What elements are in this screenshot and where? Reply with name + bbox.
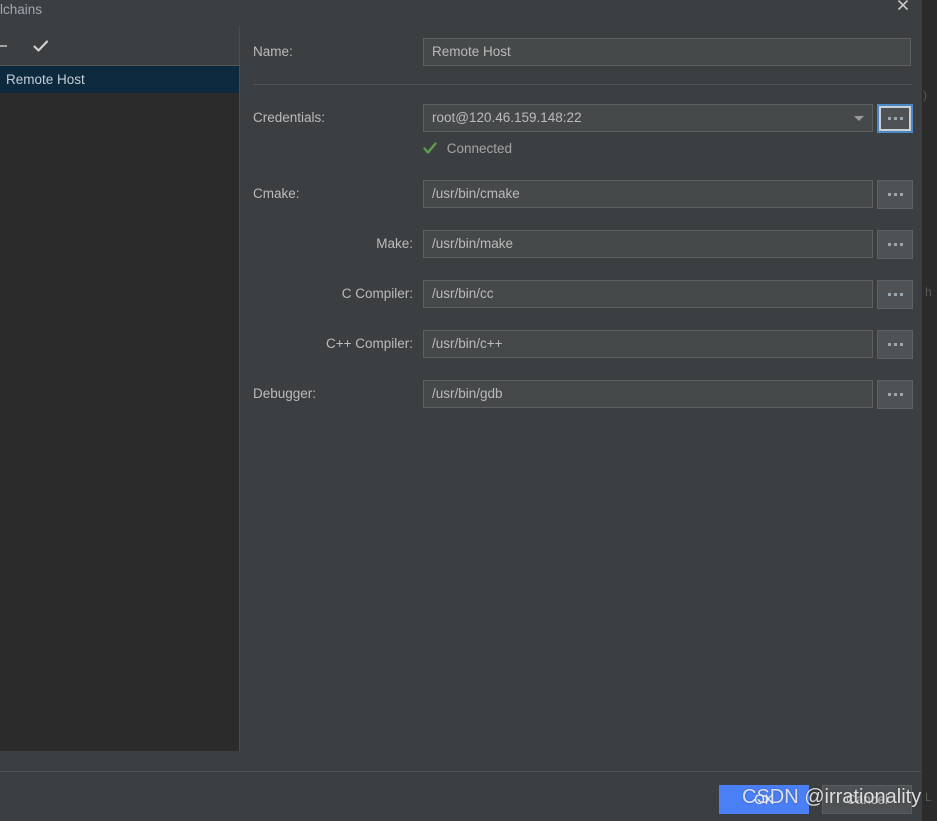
credentials-browse-button[interactable]: [877, 104, 913, 133]
name-label: Name:: [253, 44, 293, 59]
background-ghost-char-2: h: [925, 285, 932, 299]
background-ghost-char-3: L: [925, 790, 932, 804]
ellipsis-icon: [878, 242, 912, 246]
make-row: Make: /usr/bin/make: [241, 230, 913, 259]
debugger-row: Debugger: /usr/bin/gdb: [241, 380, 913, 409]
cpp-compiler-input[interactable]: /usr/bin/c++: [423, 330, 873, 358]
ellipsis-icon: [878, 292, 912, 296]
cpp-compiler-label: C++ Compiler:: [325, 336, 413, 351]
cmake-browse-button[interactable]: [877, 180, 913, 209]
check-icon: [423, 142, 437, 160]
form-separator: [253, 84, 912, 85]
credentials-select[interactable]: root@120.46.159.148:22: [423, 104, 873, 132]
dialog-title: lchains: [0, 2, 43, 17]
make-browse-button[interactable]: [877, 230, 913, 259]
make-input[interactable]: /usr/bin/make: [423, 230, 873, 258]
debugger-input[interactable]: /usr/bin/gdb: [423, 380, 873, 408]
toolchains-dialog: lchains Remote Host Name: Remote Host Cr…: [0, 0, 921, 821]
toolchains-sidebar: Remote Host: [0, 26, 240, 751]
toolchain-list[interactable]: Remote Host: [0, 66, 239, 750]
background-ghost-char-1: ): [923, 88, 927, 102]
minus-icon[interactable]: [0, 33, 12, 59]
sidebar-toolbar: [0, 26, 239, 66]
c-compiler-input[interactable]: /usr/bin/cc: [423, 280, 873, 308]
ellipsis-icon: [878, 342, 912, 346]
cancel-button[interactable]: Cancel: [822, 785, 912, 814]
connection-status: Connected: [423, 140, 512, 158]
ellipsis-icon: [879, 116, 911, 120]
sidebar-item-remote-host[interactable]: Remote Host: [0, 66, 239, 93]
debugger-label: Debugger:: [253, 386, 317, 401]
connection-status-text: Connected: [446, 141, 513, 156]
ok-button[interactable]: OK: [719, 785, 809, 814]
cmake-row: Cmake: /usr/bin/cmake: [241, 180, 913, 209]
c-compiler-label: C Compiler:: [341, 286, 413, 301]
c-compiler-row: C Compiler: /usr/bin/cc: [241, 280, 913, 309]
cmake-input[interactable]: /usr/bin/cmake: [423, 180, 873, 208]
cpp-compiler-browse-button[interactable]: [877, 330, 913, 359]
name-row: Name: Remote Host: [241, 38, 913, 66]
close-icon[interactable]: [884, 0, 922, 20]
make-label: Make:: [376, 236, 413, 251]
checkmark-icon[interactable]: [28, 33, 54, 59]
ellipsis-icon: [878, 192, 912, 196]
name-input[interactable]: Remote Host: [423, 38, 911, 66]
cmake-label: Cmake:: [253, 186, 300, 201]
debugger-browse-button[interactable]: [877, 380, 913, 409]
dialog-title-bar: lchains: [0, 0, 921, 26]
background-ide-strip: [921, 0, 937, 821]
cpp-compiler-row: C++ Compiler: /usr/bin/c++: [241, 330, 913, 359]
chevron-down-icon: [854, 116, 864, 121]
toolchain-form: Name: Remote Host Credentials: root@120.…: [241, 26, 921, 751]
credentials-value: root@120.46.159.148:22: [432, 110, 582, 125]
credentials-label: Credentials:: [253, 110, 326, 125]
ellipsis-icon: [878, 392, 912, 396]
credentials-row: Credentials: root@120.46.159.148:22: [241, 104, 913, 133]
dialog-button-bar: OK Cancel: [0, 772, 921, 821]
c-compiler-browse-button[interactable]: [877, 280, 913, 309]
